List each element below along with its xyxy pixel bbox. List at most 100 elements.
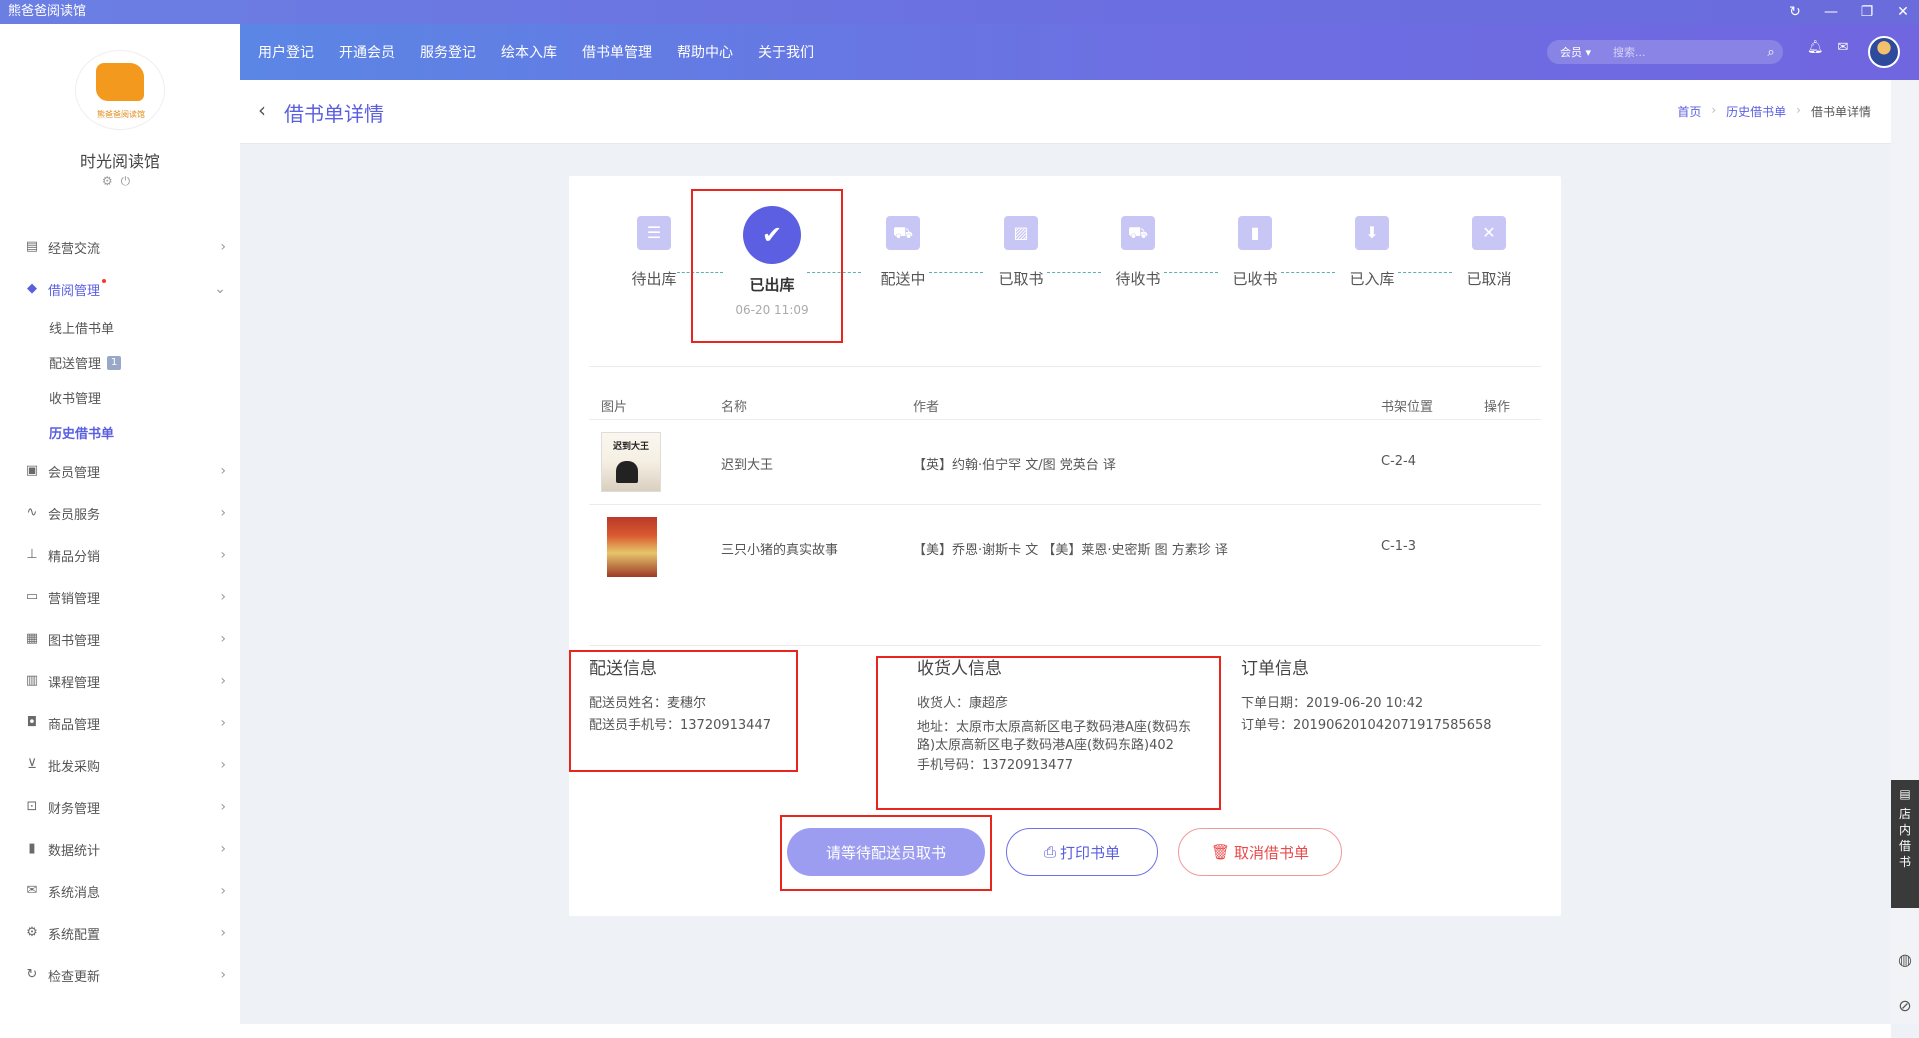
sidebar-item-label: 借阅管理 <box>48 283 101 299</box>
sidebar-item-statistics[interactable]: ▮ 数据统计 › <box>0 828 240 870</box>
step-label: 已取消 <box>1466 270 1512 288</box>
gear-icon: ⚙ <box>26 925 38 940</box>
clipboard-icon: ▤ <box>1899 787 1911 801</box>
sidebar-item-system-messages[interactable]: ✉ 系统消息 › <box>0 870 240 912</box>
back-icon[interactable]: ‹ <box>258 98 266 122</box>
divider <box>589 645 1541 646</box>
chevron-right-icon: › <box>220 925 226 941</box>
avatar[interactable] <box>1868 36 1900 68</box>
chevron-right-icon: › <box>220 589 226 605</box>
sidebar-item-label: 系统配置 <box>48 927 101 943</box>
maximize-icon[interactable]: ❐ <box>1859 0 1875 24</box>
nav-open-member[interactable]: 开通会员 <box>339 42 395 62</box>
sidebar-item-label: 会员管理 <box>48 465 101 481</box>
column-header-action: 操作 <box>1484 400 1511 415</box>
finance-icon: ⊡ <box>26 799 38 814</box>
minimize-icon[interactable]: — <box>1823 0 1839 24</box>
step-pending-receive: ⛟ 待收书 <box>1093 206 1183 289</box>
bell-icon[interactable]: 🔔︎ <box>1807 40 1824 55</box>
nav-help-center[interactable]: 帮助中心 <box>677 42 733 62</box>
sidebar-item-finance[interactable]: ⊡ 财务管理 › <box>0 786 240 828</box>
chevron-right-icon: › <box>220 631 226 647</box>
refresh-icon: ↻ <box>26 967 38 982</box>
chart-icon: ▮ <box>28 841 36 856</box>
order-info-title: 订单信息 <box>1241 659 1309 679</box>
submenu-label: 收书管理 <box>49 392 102 407</box>
settings-icon[interactable]: ⚙ <box>102 174 121 188</box>
service-icon: ∿ <box>26 505 38 520</box>
member-icon: ▣ <box>25 463 39 478</box>
cancel-label: 取消借书单 <box>1234 843 1310 862</box>
submenu-history-orders[interactable]: 历史借书单 <box>0 415 240 450</box>
window-title: 熊爸爸阅读馆 <box>8 4 87 19</box>
breadcrumb-home[interactable]: 首页 <box>1677 103 1701 120</box>
order-info: 订单信息 下单日期：2019-06-20 10:42 订单号：201906201… <box>1241 654 1492 737</box>
top-navigation: 用户登记 开通会员 服务登记 绘本入库 借书单管理 帮助中心 关于我们 会员 ▾… <box>240 24 1919 80</box>
submenu-online-orders[interactable]: 线上借书单 <box>0 310 240 345</box>
breadcrumb-current: 借书单详情 <box>1810 105 1871 119</box>
sidebar-item-goods[interactable]: ◘ 商品管理 › <box>0 702 240 744</box>
submenu-delivery[interactable]: 配送管理 1 <box>0 345 240 380</box>
nav-book-stock-in[interactable]: 绘本入库 <box>501 42 557 62</box>
search-input[interactable]: 搜索... <box>1613 44 1759 60</box>
page-header: ‹ 借书单详情 首页 › 历史借书单 › 借书单详情 <box>240 80 1891 144</box>
column-header-name: 名称 <box>721 400 748 415</box>
nav-service-register[interactable]: 服务登记 <box>420 42 476 62</box>
book-author: 【英】约翰·伯宁罕 文/图 党英台 译 <box>913 458 1116 473</box>
sidebar-item-label: 财务管理 <box>48 801 101 817</box>
course-icon: ▥ <box>25 673 39 688</box>
highlight-box <box>780 815 992 891</box>
in-store-borrow-tab[interactable]: ▤ 店内借书 <box>1891 780 1919 908</box>
chevron-right-icon: › <box>220 547 226 563</box>
sidebar-item-books[interactable]: ▦ 图书管理 › <box>0 618 240 660</box>
bookmark-icon: ▮ <box>1238 216 1272 250</box>
step-pending-out: ☰ 待出库 <box>609 206 699 289</box>
sidebar-item-system-config[interactable]: ⚙ 系统配置 › <box>0 912 240 954</box>
sidebar-item-wholesale[interactable]: ⊻ 批发采购 › <box>0 744 240 786</box>
nav-user-register[interactable]: 用户登记 <box>258 42 314 62</box>
nav-about-us[interactable]: 关于我们 <box>758 42 814 62</box>
step-delivering: ⛟ 配送中 <box>858 206 948 289</box>
calendar-x-icon: ✕ <box>1472 216 1506 250</box>
highlight-box <box>876 656 1221 810</box>
submenu-label: 线上借书单 <box>49 322 115 337</box>
refresh-icon[interactable]: ↻ <box>1787 0 1803 24</box>
chat-icon: ▤ <box>25 239 39 254</box>
power-icon[interactable]: ⏻ <box>121 174 139 188</box>
sidebar-item-distribution[interactable]: ⊥ 精品分销 › <box>0 534 240 576</box>
submenu-receive-books[interactable]: 收书管理 <box>0 380 240 415</box>
breadcrumb-history[interactable]: 历史借书单 <box>1726 103 1786 120</box>
chevron-right-icon: › <box>220 715 226 731</box>
chevron-right-icon: › <box>220 239 226 255</box>
breadcrumb-separator: › <box>1796 103 1801 117</box>
close-icon[interactable]: ✕ <box>1895 0 1911 24</box>
sidebar-item-label: 系统消息 <box>48 885 101 901</box>
sidebar-menu: ▤ 经营交流 › ◆ 借阅管理 ⌄ 线上借书单 配送管理 1 收书管理 历史借书单… <box>0 226 240 996</box>
wechat-icon[interactable]: ◍ <box>1891 950 1919 969</box>
shop-name: 时光阅读馆 <box>79 152 160 171</box>
chevron-right-icon: › <box>220 463 226 479</box>
sidebar-item-member-service[interactable]: ∿ 会员服务 › <box>0 492 240 534</box>
search-icon[interactable]: ⌕ <box>1759 45 1783 60</box>
sidebar-item-marketing[interactable]: ▭ 营销管理 › <box>0 576 240 618</box>
link-icon[interactable]: ⊘ <box>1891 996 1919 1015</box>
nav-borrow-order[interactable]: 借书单管理 <box>582 42 652 62</box>
cancel-order-button[interactable]: 🗑︎ 取消借书单 <box>1178 828 1342 876</box>
sidebar-item-check-update[interactable]: ↻ 检查更新 › <box>0 954 240 996</box>
column-header-image: 图片 <box>601 400 628 415</box>
sidebar-item-borrow-management[interactable]: ◆ 借阅管理 ⌄ <box>0 268 240 310</box>
book-shelf: C-2-4 <box>1381 454 1417 469</box>
books-icon: ▦ <box>25 631 39 646</box>
search-type-select[interactable]: 会员 ▾ <box>1547 44 1613 60</box>
sidebar-item-member-management[interactable]: ▣ 会员管理 › <box>0 450 240 492</box>
mail-icon[interactable]: ✉ <box>1838 40 1849 55</box>
print-list-button[interactable]: ⎙ 打印书单 <box>1006 828 1158 876</box>
footer-bar <box>240 1024 1891 1038</box>
window-titlebar: 熊爸爸阅读馆 ↻ — ❐ ✕ <box>0 0 1919 24</box>
sidebar-item-business-exchange[interactable]: ▤ 经营交流 › <box>0 226 240 268</box>
chevron-right-icon: › <box>220 967 226 983</box>
sidebar-item-courses[interactable]: ▥ 课程管理 › <box>0 660 240 702</box>
book-icon: ◆ <box>27 281 37 296</box>
sidebar-item-label: 课程管理 <box>48 675 101 691</box>
breadcrumb-separator: › <box>1711 103 1717 117</box>
